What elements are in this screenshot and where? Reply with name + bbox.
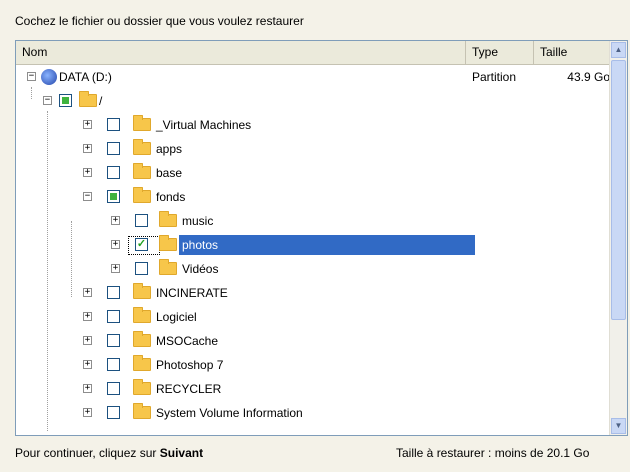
expand-icon[interactable]: + bbox=[83, 312, 92, 321]
column-header-type[interactable]: Type bbox=[466, 41, 534, 64]
checkbox-partial[interactable] bbox=[59, 94, 72, 107]
expand-icon[interactable]: + bbox=[83, 384, 92, 393]
expand-icon[interactable]: + bbox=[83, 360, 92, 369]
folder-icon bbox=[133, 187, 151, 203]
tree-item-label: INCINERATE bbox=[156, 286, 228, 300]
selected-item-text: photos bbox=[182, 238, 219, 252]
vertical-scrollbar[interactable]: ▲ ▼ bbox=[609, 41, 627, 435]
expand-icon[interactable]: + bbox=[111, 264, 120, 273]
expand-icon[interactable]: + bbox=[83, 120, 92, 129]
tree-row[interactable]: + _Virtual Machines bbox=[16, 113, 612, 137]
checkbox[interactable] bbox=[107, 118, 120, 131]
tree-row[interactable]: + INCINERATE bbox=[16, 281, 612, 305]
checkbox[interactable] bbox=[107, 358, 120, 371]
tree-row[interactable]: + music bbox=[16, 209, 612, 233]
checkbox-checked[interactable]: ✓ bbox=[135, 238, 148, 251]
collapse-icon[interactable]: − bbox=[27, 72, 36, 81]
tree-item-label: Vidéos bbox=[182, 262, 219, 276]
tree-item-label: fonds bbox=[156, 190, 186, 204]
folder-icon bbox=[133, 283, 151, 299]
tree-row[interactable]: + RECYCLER bbox=[16, 377, 612, 401]
checkbox[interactable] bbox=[107, 142, 120, 155]
expand-icon[interactable]: + bbox=[83, 288, 92, 297]
tree-row-root[interactable]: − / bbox=[16, 89, 612, 113]
folder-icon bbox=[133, 355, 151, 371]
folder-icon bbox=[159, 259, 177, 275]
tree-item-label: _Virtual Machines bbox=[156, 118, 252, 132]
checkbox[interactable] bbox=[107, 334, 120, 347]
file-tree-panel[interactable]: Nom Type Taille − DATA (D:) Partition 43… bbox=[15, 40, 628, 436]
folder-icon bbox=[133, 307, 151, 323]
tree-row[interactable]: + Logiciel bbox=[16, 305, 612, 329]
expand-icon[interactable]: + bbox=[83, 408, 92, 417]
tree-item-label: Logiciel bbox=[156, 310, 197, 324]
expand-icon[interactable]: + bbox=[111, 240, 120, 249]
folder-icon bbox=[133, 379, 151, 395]
checkbox-partial[interactable] bbox=[107, 190, 120, 203]
checkbox[interactable] bbox=[107, 286, 120, 299]
tree-row[interactable]: − fonds bbox=[16, 185, 612, 209]
root-label: / bbox=[99, 94, 103, 108]
tree-item-label: base bbox=[156, 166, 183, 180]
expand-icon[interactable]: + bbox=[83, 336, 92, 345]
tree-item-label: RECYCLER bbox=[156, 382, 222, 396]
tree-row-selected[interactable]: + ✓ photos bbox=[16, 233, 612, 257]
folder-icon bbox=[133, 163, 151, 179]
column-header-size[interactable]: Taille bbox=[534, 41, 612, 64]
expand-icon[interactable]: + bbox=[83, 168, 92, 177]
checkbox[interactable] bbox=[107, 382, 120, 395]
checkbox[interactable] bbox=[107, 166, 120, 179]
tree-item-label: photos bbox=[179, 235, 475, 255]
folder-icon bbox=[159, 211, 177, 227]
folder-icon bbox=[133, 403, 151, 419]
collapse-icon[interactable]: − bbox=[43, 96, 52, 105]
tree-row[interactable]: + apps bbox=[16, 137, 612, 161]
scrollbar-thumb[interactable] bbox=[611, 60, 626, 320]
folder-icon bbox=[133, 115, 151, 131]
checkbox[interactable] bbox=[107, 310, 120, 323]
instruction-heading: Cochez le fichier ou dossier que vous vo… bbox=[15, 14, 304, 28]
tree-item-label: Photoshop 7 bbox=[156, 358, 224, 372]
footer-hint: Pour continuer, cliquez sur Suivant bbox=[15, 446, 203, 460]
tree-item-label: music bbox=[182, 214, 214, 228]
tree-row[interactable]: + MSOCache bbox=[16, 329, 612, 353]
tree-item-label: MSOCache bbox=[156, 334, 219, 348]
drive-type: Partition bbox=[472, 70, 517, 84]
tree-row[interactable]: + System Volume Information bbox=[16, 401, 612, 425]
scroll-up-arrow-icon[interactable]: ▲ bbox=[611, 42, 626, 58]
checkbox[interactable] bbox=[135, 262, 148, 275]
folder-icon bbox=[133, 331, 151, 347]
tree-item-label: apps bbox=[156, 142, 183, 156]
tree-row[interactable]: + base bbox=[16, 161, 612, 185]
drive-icon bbox=[41, 69, 57, 85]
drive-label: DATA (D:) bbox=[59, 70, 112, 84]
folder-icon bbox=[159, 235, 177, 251]
tree-item-label: System Volume Information bbox=[156, 406, 303, 420]
tree-row[interactable]: + Photoshop 7 bbox=[16, 353, 612, 377]
column-header-name[interactable]: Nom bbox=[16, 41, 466, 64]
collapse-icon[interactable]: − bbox=[83, 192, 92, 201]
scroll-down-arrow-icon[interactable]: ▼ bbox=[611, 418, 626, 434]
folder-icon bbox=[133, 139, 151, 155]
restore-size-info: Taille à restaurer : moins de 20.1 Go bbox=[396, 446, 590, 460]
drive-size: 43.9 Go bbox=[567, 70, 610, 84]
footer-hint-text: Pour continuer, cliquez sur bbox=[15, 446, 160, 460]
footer-hint-next: Suivant bbox=[159, 446, 204, 460]
column-header-row: Nom Type Taille bbox=[16, 41, 612, 65]
expand-icon[interactable]: + bbox=[111, 216, 120, 225]
folder-icon bbox=[79, 91, 97, 107]
checkbox[interactable] bbox=[135, 214, 148, 227]
checkbox[interactable] bbox=[107, 406, 120, 419]
tree-row-drive[interactable]: − DATA (D:) Partition 43.9 Go bbox=[16, 65, 612, 89]
expand-icon[interactable]: + bbox=[83, 144, 92, 153]
tree-row[interactable]: + Vidéos bbox=[16, 257, 612, 281]
